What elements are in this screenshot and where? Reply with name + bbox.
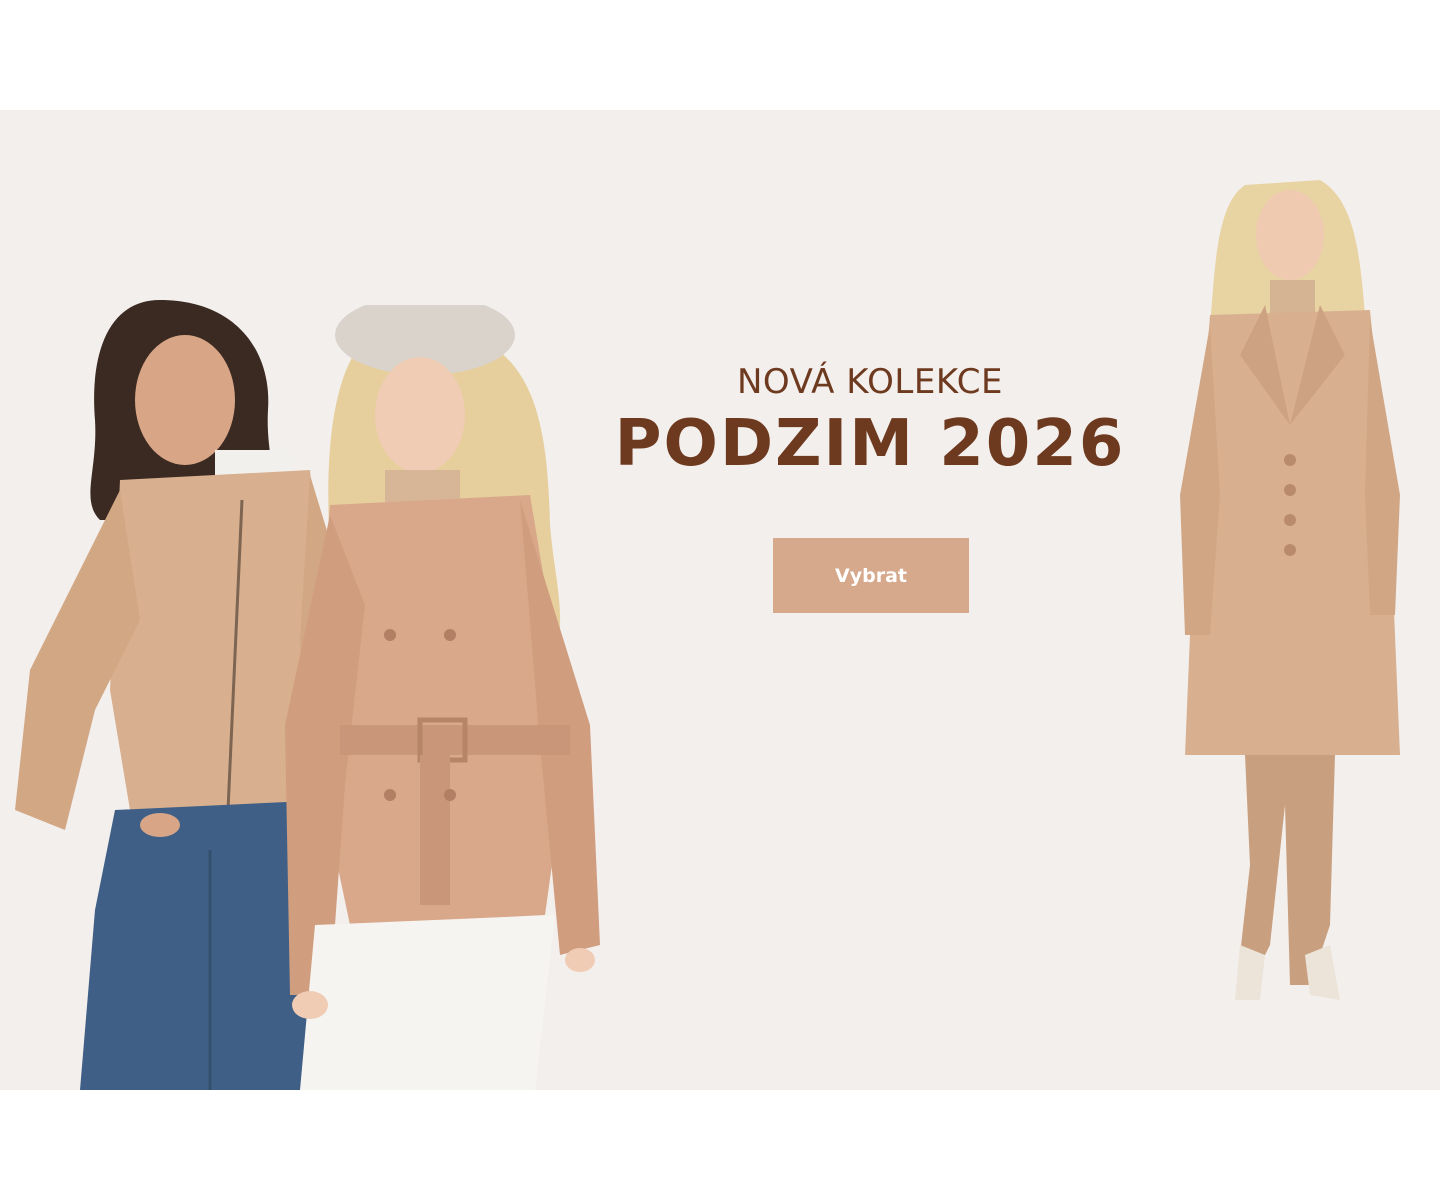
model-photo-right <box>1180 180 1400 1000</box>
banner-title: PODZIM 2026 <box>614 407 1126 481</box>
banner-eyebrow: NOVÁ KOLEKCE <box>736 362 1004 402</box>
hero-banner[interactable]: NOVÁ KOLEKCE PODZIM 2026 Vybrat <box>0 110 1440 1090</box>
banner-headline: NOVÁ KOLEKCE PODZIM 2026 <box>600 362 1140 480</box>
shop-collection-button[interactable]: Vybrat <box>773 538 969 613</box>
page: NOVÁ KOLEKCE PODZIM 2026 Vybrat <box>0 0 1440 1200</box>
model-photo-center <box>285 305 600 1090</box>
